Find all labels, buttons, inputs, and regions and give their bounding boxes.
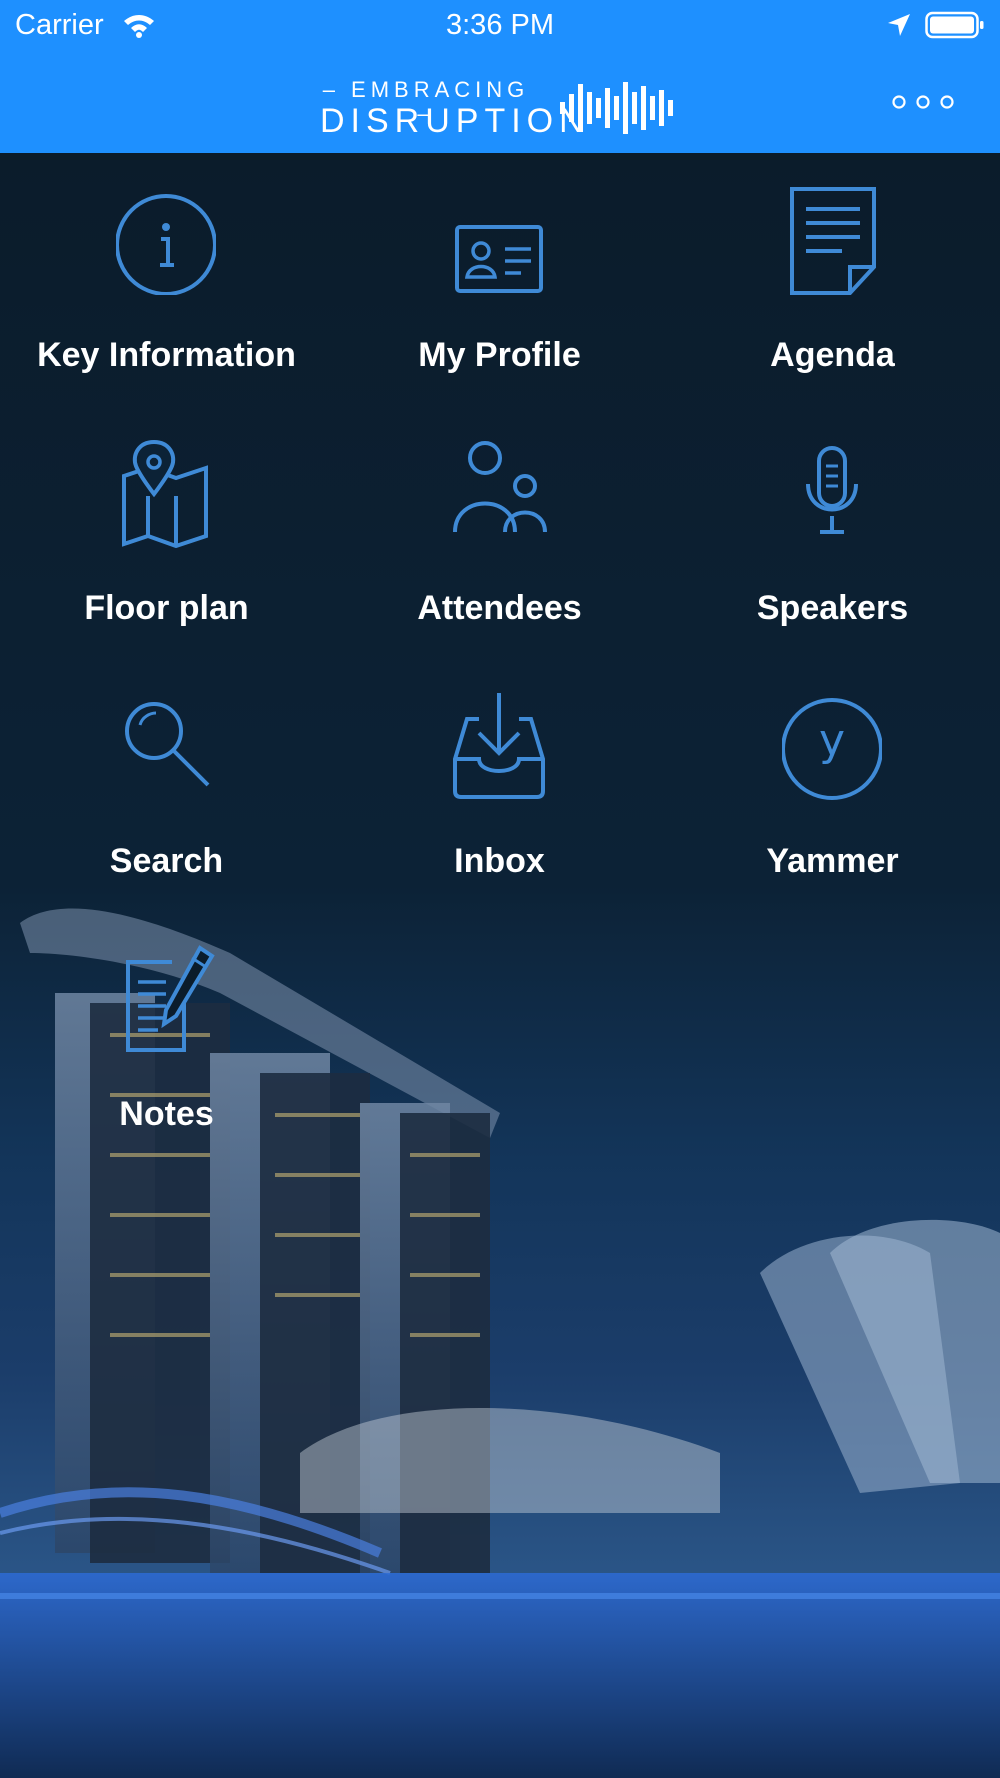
- notes-icon: [126, 945, 215, 1052]
- menu-label: Search: [109, 842, 224, 880]
- menu-label: Agenda: [770, 336, 895, 374]
- menu-label: Floor plan: [84, 589, 249, 627]
- menu-tile-search[interactable]: Search: [0, 659, 333, 889]
- menu-label: Speakers: [756, 589, 909, 627]
- location-arrow-icon: [888, 14, 910, 36]
- search-icon: [125, 702, 210, 787]
- map-pin-icon: [122, 439, 208, 548]
- status-time: 3:36 PM: [446, 9, 554, 41]
- event-logo: – EMBRACING – DISRUPTION: [320, 78, 680, 140]
- svg-text:y: y: [819, 715, 845, 766]
- menu-label: Attendees: [417, 589, 582, 627]
- app-header: Carrier 3:36 PM – EMBRACING – DISRUPTION: [0, 0, 1000, 153]
- menu-tile-yammer[interactable]: y Yammer: [666, 659, 999, 889]
- people-icon: [453, 441, 547, 533]
- menu-tile-inbox[interactable]: Inbox: [333, 659, 666, 889]
- battery-icon: [925, 11, 984, 39]
- menu-tile-speakers[interactable]: Speakers: [666, 406, 999, 636]
- menu-label: Inbox: [454, 842, 545, 880]
- microphone-icon: [806, 446, 858, 534]
- status-bar: Carrier 3:36 PM: [0, 0, 1000, 50]
- sound-wave-icon: [560, 82, 673, 134]
- profile-card-icon: [455, 225, 543, 293]
- info-icon: [116, 194, 216, 295]
- menu-tile-agenda[interactable]: Agenda: [666, 153, 999, 383]
- logo-title: DISRUPTION: [320, 102, 590, 140]
- menu-tile-key-information[interactable]: Key Information: [0, 153, 333, 383]
- document-icon: [790, 187, 876, 295]
- menu-label: My Profile: [418, 336, 581, 374]
- inbox-icon: [453, 693, 545, 799]
- menu-label: Key Information: [37, 336, 296, 374]
- more-options-icon[interactable]: [890, 92, 956, 112]
- menu-label: Notes: [119, 1095, 214, 1133]
- menu-tile-my-profile[interactable]: My Profile: [333, 153, 666, 383]
- menu-tile-attendees[interactable]: Attendees: [333, 406, 666, 636]
- menu-tile-floor-plan[interactable]: Floor plan: [0, 406, 333, 636]
- menu-tile-notes[interactable]: Notes: [0, 912, 333, 1142]
- yammer-icon: y: [782, 698, 882, 800]
- menu-label: Yammer: [766, 842, 899, 880]
